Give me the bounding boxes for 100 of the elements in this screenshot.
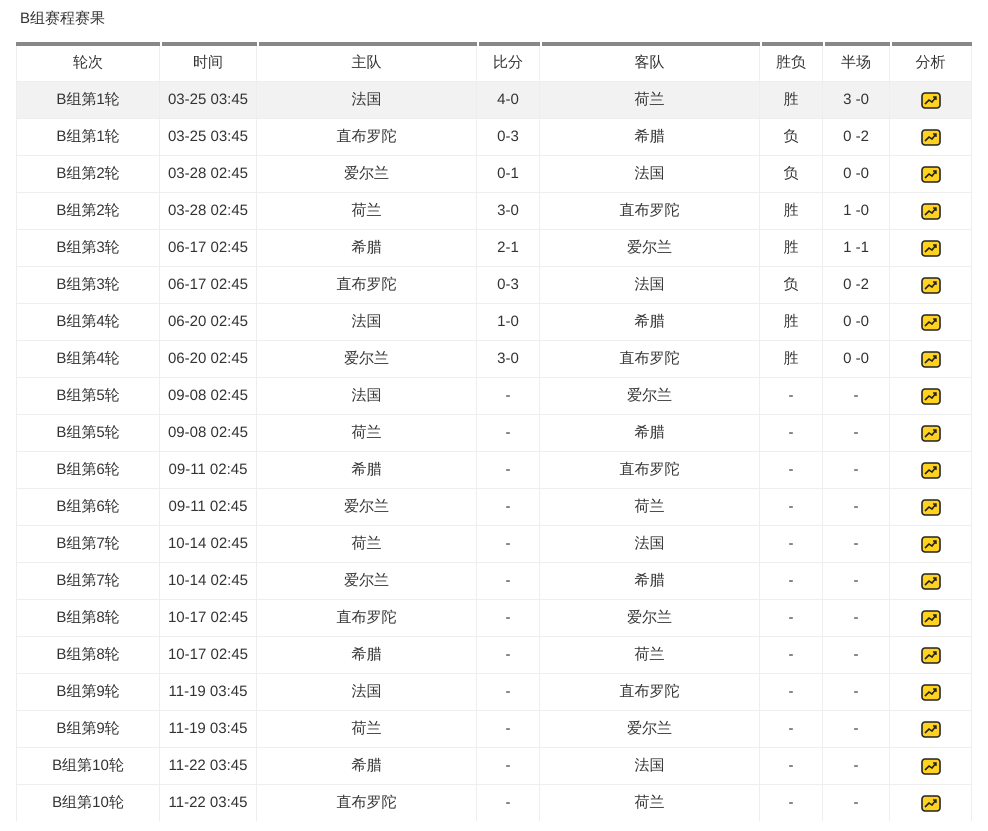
chart-icon[interactable]: [920, 202, 940, 220]
home-team-cell-text: 荷兰: [352, 534, 382, 554]
chart-icon[interactable]: [920, 536, 940, 552]
score-cell-text: 1-0: [497, 312, 519, 332]
round-cell-text: B组第10轮: [52, 792, 124, 813]
away-team-cell-text: 法国: [634, 534, 664, 554]
chart-icon[interactable]: [920, 350, 940, 368]
away-team-cell-text: 荷兰: [634, 792, 664, 813]
half-time-cell-text: 0 -0: [843, 348, 869, 369]
table-row[interactable]: B组第4轮 06-20 02:45 法国 1-0 希腊 胜 0 -0: [16, 303, 972, 340]
column-header: 时间: [193, 53, 223, 74]
home-team-cell-text: 直布罗陀: [336, 792, 396, 813]
table-row[interactable]: B组第9轮 11-19 03:45 法国 - 直布罗陀 - -: [16, 673, 972, 710]
table-row[interactable]: B组第5轮 09-08 02:45 法国 - 爱尔兰 - -: [16, 377, 972, 414]
result-cell-text: 胜: [784, 348, 798, 369]
table-row[interactable]: B组第7轮 10-14 02:45 荷兰 - 法国 - -: [16, 525, 972, 562]
chart-icon[interactable]: [920, 684, 940, 700]
home-team-cell-text: 荷兰: [352, 718, 382, 739]
round-cell-text: B组第8轮: [56, 644, 120, 665]
half-time-cell-text: -: [854, 718, 858, 739]
score-cell-text: 3-0: [497, 200, 519, 221]
away-team-cell-text: 直布罗陀: [620, 460, 680, 480]
chart-icon[interactable]: [920, 240, 940, 256]
table-row[interactable]: B组第8轮 10-17 02:45 直布罗陀 - 爱尔兰 - -: [16, 599, 972, 636]
chart-icon[interactable]: [920, 166, 940, 182]
round-cell-text: B组第2轮: [56, 200, 120, 221]
table-row[interactable]: B组第8轮 10-17 02:45 希腊 - 荷兰 - -: [16, 636, 972, 673]
home-team-cell-text: 直布罗陀: [336, 274, 396, 295]
chart-icon[interactable]: [920, 498, 940, 516]
home-team-cell-text: 爱尔兰: [344, 496, 389, 517]
table-row[interactable]: B组第10轮 11-22 03:45 希腊 - 法国 - -: [16, 747, 972, 784]
chart-icon[interactable]: [920, 314, 940, 330]
half-time-cell-text: 0 -2: [843, 126, 869, 147]
home-team-cell-text: 希腊: [352, 644, 382, 665]
chart-icon[interactable]: [920, 424, 940, 442]
result-cell-text: -: [788, 608, 794, 628]
chart-icon[interactable]: [920, 388, 940, 404]
chart-icon[interactable]: [920, 128, 940, 146]
half-time-cell-text: -: [854, 756, 858, 776]
time-cell-text: 11-22 03:45: [168, 792, 248, 813]
table-row[interactable]: B组第7轮 10-14 02:45 爱尔兰 - 希腊 - -: [16, 562, 972, 599]
column-header: 客队: [634, 53, 664, 74]
chart-icon[interactable]: [920, 646, 940, 664]
round-cell-text: B组第6轮: [56, 460, 120, 480]
result-cell-text: -: [788, 534, 794, 554]
time-cell-text: 10-14 02:45: [168, 534, 248, 554]
result-cell-text: 负: [784, 274, 798, 295]
column-header: 分析: [916, 53, 946, 74]
chart-icon[interactable]: [920, 92, 940, 108]
home-team-cell-text: 法国: [352, 312, 382, 332]
table-row[interactable]: B组第2轮 03-28 02:45 爱尔兰 0-1 法国 负 0 -0: [16, 155, 972, 192]
table-row[interactable]: B组第4轮 06-20 02:45 爱尔兰 3-0 直布罗陀 胜 0 -0: [16, 340, 972, 377]
table-row[interactable]: B组第1轮 03-25 03:45 直布罗陀 0-3 希腊 负 0 -2: [16, 118, 972, 155]
chart-icon[interactable]: [920, 462, 940, 478]
result-cell-text: -: [788, 570, 794, 591]
chart-icon[interactable]: [920, 794, 940, 812]
away-team-cell-text: 法国: [634, 274, 664, 295]
column-header: 胜负: [776, 53, 806, 74]
table-row[interactable]: B组第1轮 03-25 03:45 法国 4-0 荷兰 胜 3 -0: [16, 81, 972, 118]
table-row[interactable]: B组第5轮 09-08 02:45 荷兰 - 希腊 - -: [16, 414, 972, 451]
chart-icon[interactable]: [920, 758, 940, 774]
time-cell-text: 11-22 03:45: [168, 756, 248, 776]
table-row[interactable]: B组第6轮 09-11 02:45 爱尔兰 - 荷兰 - -: [16, 488, 972, 525]
score-cell-text: -: [506, 792, 510, 813]
half-time-cell-text: -: [854, 644, 858, 665]
column-header: 主队: [352, 53, 382, 74]
result-cell-text: -: [788, 644, 794, 665]
score-cell-text: -: [506, 644, 510, 665]
half-time-cell-text: 1 -1: [843, 238, 869, 258]
table-row[interactable]: B组第6轮 09-11 02:45 希腊 - 直布罗陀 - -: [16, 451, 972, 488]
round-cell-text: B组第10轮: [52, 756, 124, 776]
home-team-cell-text: 爱尔兰: [344, 348, 389, 369]
half-time-cell-text: -: [854, 460, 858, 480]
table-row[interactable]: B组第3轮 06-17 02:45 直布罗陀 0-3 法国 负 0 -2: [16, 266, 972, 303]
half-time-cell-text: 0 -0: [843, 164, 869, 184]
time-cell-text: 09-08 02:45: [168, 422, 248, 443]
column-header: 比分: [493, 53, 523, 74]
score-cell-text: -: [506, 570, 510, 591]
result-cell-text: 胜: [784, 200, 798, 221]
chart-icon[interactable]: [920, 720, 940, 738]
half-time-cell-text: -: [854, 386, 858, 406]
away-team-cell-text: 爱尔兰: [627, 238, 672, 258]
score-cell-text: -: [506, 460, 510, 480]
round-cell-text: B组第3轮: [56, 274, 120, 295]
away-team-cell-text: 爱尔兰: [627, 608, 672, 628]
time-cell-text: 11-19 03:45: [168, 718, 248, 739]
table-row[interactable]: B组第9轮 11-19 03:45 荷兰 - 爱尔兰 - -: [16, 710, 972, 747]
chart-icon[interactable]: [920, 276, 940, 294]
score-cell-text: 4-0: [497, 90, 519, 110]
half-time-cell-text: -: [854, 534, 858, 554]
chart-icon[interactable]: [920, 610, 940, 626]
table-row[interactable]: B组第2轮 03-28 02:45 荷兰 3-0 直布罗陀 胜 1 -0: [16, 192, 972, 229]
table-row[interactable]: B组第3轮 06-17 02:45 希腊 2-1 爱尔兰 胜 1 -1: [16, 229, 972, 266]
result-cell-text: -: [788, 682, 794, 702]
round-cell-text: B组第9轮: [56, 682, 120, 702]
home-team-cell-text: 希腊: [352, 460, 382, 480]
away-team-cell-text: 法国: [634, 756, 664, 776]
table-row[interactable]: B组第10轮 11-22 03:45 直布罗陀 - 荷兰 - -: [16, 784, 972, 821]
score-cell-text: -: [506, 718, 510, 739]
chart-icon[interactable]: [920, 572, 940, 590]
